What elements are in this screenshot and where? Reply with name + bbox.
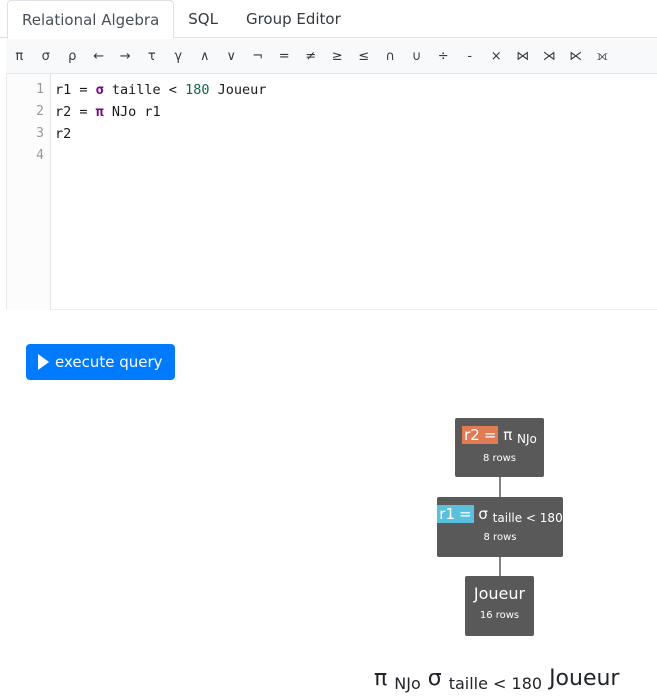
line-number: 1 <box>36 82 44 97</box>
row-count: 8 rows <box>483 532 517 543</box>
tree-node-relation[interactable]: Joueur 16 rows <box>465 576 534 636</box>
play-icon <box>38 354 49 370</box>
variable-tag: r1 <box>437 505 458 523</box>
op-groupby[interactable]: γ <box>165 49 192 64</box>
code-line[interactable]: r1 = σ taille < 180 Joueur <box>55 79 266 101</box>
op-equals[interactable]: = <box>271 49 298 64</box>
op-cross-product[interactable]: × <box>483 49 510 64</box>
line-number-gutter: 1 2 3 4 <box>7 74 51 310</box>
operator-toolbar: π σ ρ ← → τ γ ∧ ∨ ¬ = ≠ ≥ ≤ ∩ ∪ ÷ - × ⋈ … <box>6 39 657 74</box>
row-count: 8 rows <box>483 453 516 464</box>
line-number: 4 <box>36 148 44 163</box>
op-union[interactable]: ∪ <box>404 49 431 64</box>
op-gte[interactable]: ≥ <box>324 49 351 64</box>
op-join[interactable]: ⋈ <box>510 49 537 64</box>
expr-subscript: NJo <box>394 674 421 693</box>
code-line[interactable]: r2 <box>55 123 71 145</box>
op-lte[interactable]: ≤ <box>351 49 378 64</box>
code-number: 180 <box>185 82 210 98</box>
op-right-arrow[interactable]: → <box>112 49 139 64</box>
op-projection[interactable]: π <box>6 49 33 64</box>
code-editor[interactable]: 1 2 3 4 r1 = σ taille < 180 Joueur r2 = … <box>6 74 657 310</box>
op-left-outer-join[interactable]: ⋊ <box>536 49 563 64</box>
variable-eq: = <box>457 505 474 523</box>
op-and[interactable]: ∧ <box>192 49 219 64</box>
tab-sql[interactable]: SQL <box>174 0 232 38</box>
node-subscript: taille < 180 <box>492 511 563 525</box>
code-operator: π <box>95 104 104 120</box>
variable-tag: r2 <box>462 426 482 444</box>
node-operator: σ <box>478 505 488 523</box>
tab-bar: Relational Algebra SQL Group Editor <box>0 0 657 39</box>
expr-relation: Joueur <box>549 666 620 691</box>
line-number: 3 <box>36 126 44 141</box>
code-token: r2 = <box>55 104 96 120</box>
expr-selection: σ <box>427 666 442 691</box>
op-full-outer-join[interactable]: ⟗ <box>589 49 616 64</box>
code-line[interactable]: r2 = π NJo r1 <box>55 101 161 123</box>
expr-projection: π <box>374 666 388 691</box>
op-right-outer-join[interactable]: ⋉ <box>563 49 590 64</box>
row-count: 16 rows <box>479 610 520 621</box>
code-token: r1 = <box>55 82 96 98</box>
expr-subscript: taille < 180 <box>448 674 543 693</box>
op-rename[interactable]: ρ <box>59 49 86 64</box>
op-intersect[interactable]: ∩ <box>377 49 404 64</box>
query-expression: π NJo σ taille < 180 Joueur <box>374 666 619 693</box>
tree-node-selection[interactable]: r1 = σ taille < 180 8 rows <box>437 497 563 557</box>
op-not[interactable]: ¬ <box>245 49 272 64</box>
variable-eq: = <box>481 426 499 444</box>
op-orderby[interactable]: τ <box>139 49 166 64</box>
code-token: r2 <box>55 126 72 142</box>
tab-relational-algebra[interactable]: Relational Algebra <box>7 0 175 39</box>
execute-query-label: execute query <box>55 353 163 371</box>
execute-query-button[interactable]: execute query <box>26 344 175 380</box>
code-operator: σ <box>95 82 104 98</box>
tree-node-projection[interactable]: r2 = π NJo 8 rows <box>455 418 544 477</box>
code-token: NJo r1 <box>103 104 161 120</box>
code-token: Joueur <box>209 82 267 98</box>
op-or[interactable]: ∨ <box>218 49 245 64</box>
tab-group-editor[interactable]: Group Editor <box>232 0 355 38</box>
relation-name: Joueur <box>473 584 526 603</box>
op-not-equals[interactable]: ≠ <box>298 49 325 64</box>
node-subscript: NJo <box>517 432 537 446</box>
node-operator: π <box>503 426 513 444</box>
op-left-arrow[interactable]: ← <box>86 49 113 64</box>
code-token: taille < <box>103 82 186 98</box>
op-minus[interactable]: - <box>457 49 484 64</box>
op-division[interactable]: ÷ <box>430 49 457 64</box>
op-selection[interactable]: σ <box>33 49 60 64</box>
line-number: 2 <box>36 104 44 119</box>
